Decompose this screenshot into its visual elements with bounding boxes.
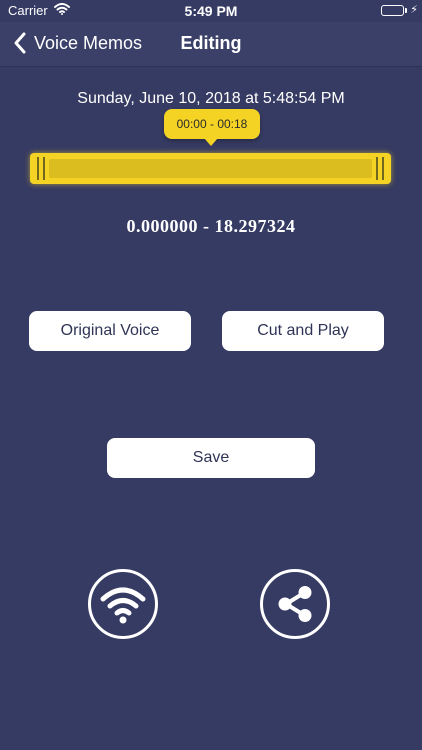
share-button[interactable] bbox=[260, 569, 330, 639]
share-icon bbox=[278, 586, 312, 622]
wifi-icon bbox=[100, 587, 146, 624]
navigation-bar: Voice Memos Editing bbox=[0, 22, 422, 66]
trim-range-label: 0.000000 - 18.297324 bbox=[126, 216, 296, 236]
charging-icon: ⚡ bbox=[410, 4, 418, 16]
wifi-transfer-button[interactable] bbox=[88, 569, 158, 639]
status-bar: Carrier 5:49 PM ⚡ bbox=[0, 0, 422, 22]
recording-date: Sunday, June 10, 2018 at 5:48:54 PM bbox=[77, 90, 345, 107]
page-title: Editing bbox=[180, 33, 242, 53]
trim-time-tooltip: 00:00 - 00:18 bbox=[164, 109, 260, 139]
trim-end-handle[interactable] bbox=[374, 157, 386, 180]
original-voice-button[interactable]: Original Voice bbox=[29, 311, 191, 351]
tooltip-arrow bbox=[204, 138, 218, 146]
battery-icon bbox=[381, 5, 404, 16]
save-button[interactable]: Save bbox=[107, 438, 315, 478]
cut-and-play-button[interactable]: Cut and Play bbox=[222, 311, 384, 351]
trim-selection-area[interactable] bbox=[49, 159, 372, 178]
trim-start-handle[interactable] bbox=[35, 157, 47, 180]
audio-trim-slider[interactable] bbox=[30, 153, 391, 184]
status-time: 5:49 PM bbox=[184, 3, 238, 19]
battery-tip bbox=[405, 8, 407, 13]
